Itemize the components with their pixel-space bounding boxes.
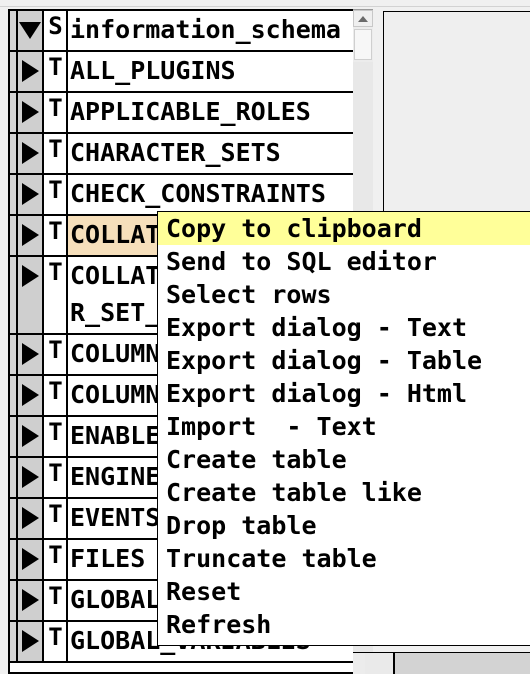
context-menu-item[interactable]: Export dialog - Text	[158, 311, 530, 344]
tree-expand-toggle[interactable]	[18, 257, 44, 333]
tree-row-gutter	[10, 257, 18, 333]
tree-row-gutter	[10, 499, 18, 538]
vertical-scrollbar-thumb[interactable]	[354, 29, 372, 60]
tree-expand-toggle[interactable]	[18, 93, 44, 132]
horizontal-scrollbar-track[interactable]	[353, 653, 365, 674]
tree-row-gutter	[10, 134, 18, 173]
triangle-right-icon	[21, 142, 39, 164]
table-icon: T	[44, 540, 68, 579]
tree-expand-toggle[interactable]	[18, 216, 44, 255]
tree-row-gutter	[10, 581, 18, 620]
triangle-right-icon	[21, 466, 39, 488]
context-menu-item[interactable]: Truncate table	[158, 542, 530, 575]
context-menu-bottom-padding	[158, 641, 530, 645]
window-top-strip	[0, 0, 530, 7]
tree-row[interactable]: T CHECK_CONSTRAINTS	[10, 175, 353, 216]
tree-expand-toggle[interactable]	[18, 622, 44, 661]
table-icon: T	[44, 93, 68, 132]
tree-row-gutter	[10, 376, 18, 415]
table-icon: T	[44, 175, 68, 214]
table-icon: T	[44, 52, 68, 91]
table-icon: T	[44, 581, 68, 620]
triangle-right-icon	[21, 60, 39, 82]
table-icon: T	[44, 216, 68, 255]
horizontal-scrollbar-thumb[interactable]	[365, 653, 395, 674]
tree-row-label: ALL_PLUGINS	[68, 52, 353, 91]
table-icon: T	[44, 622, 68, 661]
tree-row-label: information_schema	[68, 11, 353, 50]
tree-row-gutter	[10, 216, 18, 255]
tree-row-gutter	[10, 540, 18, 579]
tree-expand-toggle[interactable]	[18, 335, 44, 374]
table-icon: T	[44, 376, 68, 415]
tree-expand-toggle[interactable]	[18, 417, 44, 456]
triangle-right-icon	[21, 101, 39, 123]
tree-expand-toggle[interactable]	[18, 11, 44, 50]
tree-expand-toggle[interactable]	[18, 134, 44, 173]
table-icon: T	[44, 499, 68, 538]
table-icon: T	[44, 417, 68, 456]
tree-expand-toggle[interactable]	[18, 376, 44, 415]
tree-row-label: APPLICABLE_ROLES	[68, 93, 353, 132]
tree-row[interactable]: Sinformation_schema	[10, 11, 353, 52]
triangle-right-icon	[21, 548, 39, 570]
tree-expand-toggle[interactable]	[18, 540, 44, 579]
tree-row-gutter	[10, 622, 18, 661]
tree-horizontal-scrollbar[interactable]	[353, 652, 530, 674]
triangle-right-icon	[21, 507, 39, 529]
triangle-right-icon	[21, 589, 39, 611]
triangle-right-icon	[21, 343, 39, 365]
context-menu-item[interactable]: Refresh	[158, 608, 530, 641]
tree-expand-toggle[interactable]	[18, 175, 44, 214]
tree-expand-toggle[interactable]	[18, 499, 44, 538]
tree-row-gutter	[10, 93, 18, 132]
tree-expand-toggle[interactable]	[18, 581, 44, 620]
triangle-up-icon	[358, 15, 368, 22]
context-menu-item[interactable]: Send to SQL editor	[158, 245, 530, 278]
context-menu-item[interactable]: Reset	[158, 575, 530, 608]
triangle-right-icon	[21, 183, 39, 205]
context-menu-item[interactable]: Create table like	[158, 476, 530, 509]
tree-row-label: CHARACTER_SETS	[68, 134, 353, 173]
context-menu-item[interactable]: Import - Text	[158, 410, 530, 443]
triangle-right-icon	[21, 384, 39, 406]
tree-row[interactable]: T CHARACTER_SETS	[10, 134, 353, 175]
table-icon: T	[44, 257, 68, 333]
context-menu-item[interactable]: Export dialog - Table	[158, 344, 530, 377]
triangle-right-icon	[21, 265, 39, 287]
tree-row-gutter	[10, 175, 18, 214]
table-icon: T	[44, 458, 68, 497]
context-menu-item[interactable]: Select rows	[158, 278, 530, 311]
tree-row[interactable]: T APPLICABLE_ROLES	[10, 93, 353, 134]
tree-row-gutter	[10, 335, 18, 374]
tree-expand-toggle[interactable]	[18, 458, 44, 497]
table-icon: T	[44, 335, 68, 374]
tree-row-gutter	[10, 417, 18, 456]
scroll-up-button[interactable]	[353, 10, 373, 27]
context-menu-item[interactable]: Copy to clipboard	[158, 212, 530, 245]
tree-expand-toggle[interactable]	[18, 52, 44, 91]
triangle-down-icon	[19, 22, 41, 39]
tree-row-gutter	[10, 458, 18, 497]
table-context-menu[interactable]: Copy to clipboard Send to SQL editor Selec…	[157, 211, 530, 646]
triangle-right-icon	[21, 630, 39, 652]
table-icon: T	[44, 134, 68, 173]
context-menu-item[interactable]: Drop table	[158, 509, 530, 542]
triangle-right-icon	[21, 425, 39, 447]
tree-row-gutter	[10, 52, 18, 91]
application-window: Sinformation_schema T ALL_PLUGINS T APPLICAB…	[0, 0, 530, 674]
tree-row[interactable]: T ALL_PLUGINS	[10, 52, 353, 93]
triangle-right-icon	[21, 224, 39, 246]
tree-row-label: CHECK_CONSTRAINTS	[68, 175, 353, 214]
context-menu-item[interactable]: Create table	[158, 443, 530, 476]
context-menu-item[interactable]: Export dialog - Html	[158, 377, 530, 410]
tree-row-gutter	[10, 11, 18, 50]
schema-icon: S	[44, 11, 68, 50]
